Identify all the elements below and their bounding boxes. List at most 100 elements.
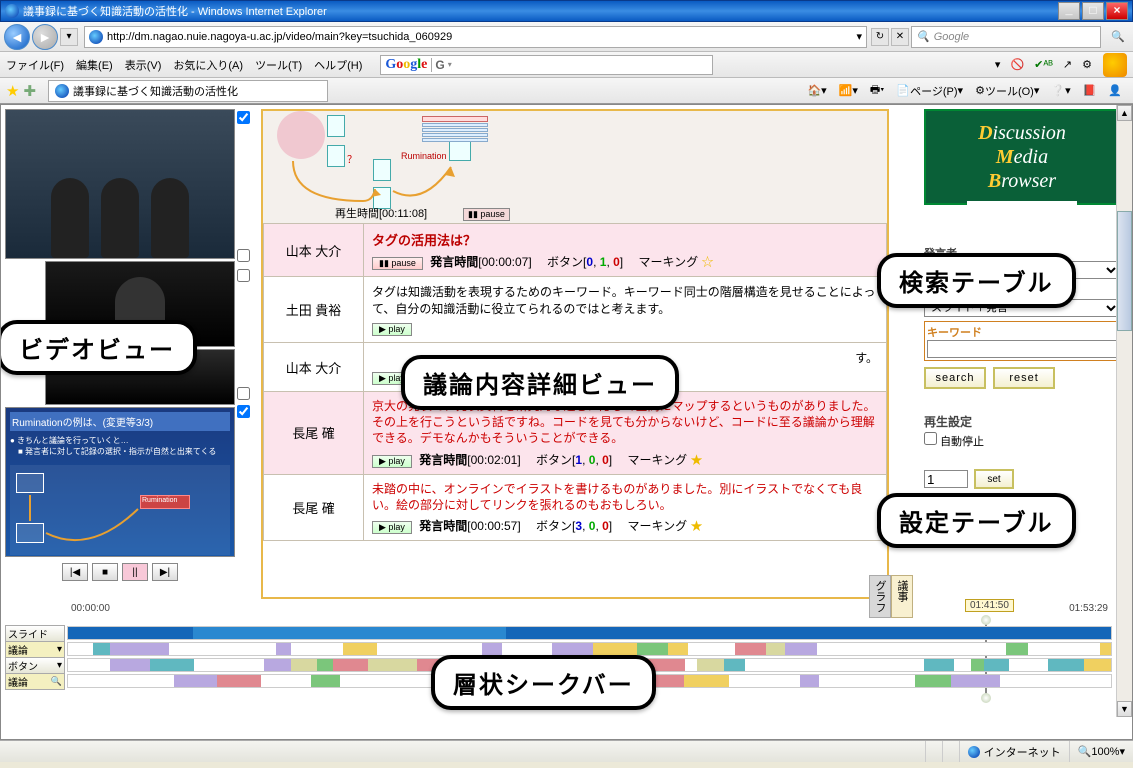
menu-view[interactable]: 表示(V) bbox=[125, 57, 162, 73]
gtool-send[interactable]: ↗ bbox=[1058, 55, 1077, 75]
menu-bar: ファイル(F) 編集(E) 表示(V) お気に入り(A) ツール(T) ヘルプ(… bbox=[0, 52, 1133, 78]
menu-fav[interactable]: お気に入り(A) bbox=[173, 57, 243, 73]
gtool-abc[interactable]: ✔ᴬᴮ bbox=[1029, 55, 1058, 75]
star-icon[interactable]: ★ bbox=[690, 519, 702, 533]
refresh-button[interactable]: ↻ bbox=[871, 28, 889, 46]
favorites-star-icon[interactable]: ★ bbox=[6, 82, 19, 100]
page-button[interactable]: 📄ページ(P)▾ bbox=[891, 81, 968, 101]
video-controls: |◀ ■ || ▶| bbox=[5, 563, 235, 581]
status-bar: インターネット 🔍 100% ▾ bbox=[0, 740, 1133, 762]
search-button[interactable]: search bbox=[924, 367, 986, 389]
navdrop-button[interactable]: ▾ bbox=[60, 28, 78, 46]
row-pause-button[interactable]: ▮▮ pause bbox=[372, 257, 423, 270]
vertical-scrollbar[interactable]: ▲ ▼ bbox=[1116, 105, 1132, 717]
set-value-input[interactable] bbox=[924, 470, 968, 488]
tab-title: 議事録に基づく知識活動の活性化 bbox=[73, 83, 238, 99]
speaker-name: 山本 大介 bbox=[264, 224, 364, 277]
google-search-input[interactable] bbox=[452, 56, 712, 74]
back-button[interactable]: ◄ bbox=[4, 24, 30, 50]
keyword-input[interactable] bbox=[927, 340, 1117, 358]
research-button[interactable]: 📕 bbox=[1078, 81, 1102, 101]
thumb-check-1[interactable] bbox=[237, 111, 250, 124]
globe-icon bbox=[968, 746, 980, 758]
forward-button[interactable]: ► bbox=[32, 24, 58, 50]
ie-icon bbox=[5, 4, 19, 18]
print-button[interactable]: 🖶▾ bbox=[865, 81, 889, 101]
favorites-bar: ★ ✚ 議事録に基づく知識活動の活性化 🏠▾ 📶▾ 🖶▾ 📄ページ(P)▾ ⚙ツ… bbox=[0, 78, 1133, 104]
set-button[interactable]: set bbox=[974, 469, 1014, 489]
messenger-button[interactable]: 👤 bbox=[1103, 81, 1127, 101]
minimize-button[interactable]: _ bbox=[1058, 2, 1080, 20]
utterance-title: タグの活用法は？ bbox=[372, 230, 878, 249]
annotation-setting: 設定テーブル bbox=[877, 493, 1076, 548]
thumb-check-2b[interactable] bbox=[237, 269, 250, 282]
autostop-check[interactable] bbox=[924, 432, 937, 445]
slide-title: Ruminationの例は、(変更等3/3) bbox=[10, 412, 230, 431]
annotation-detail: 議論内容詳細ビュー bbox=[401, 355, 679, 410]
time-end: 01:53:29 bbox=[1069, 603, 1108, 614]
urlbar-drop-icon[interactable]: ▾ bbox=[856, 30, 862, 43]
close-button[interactable]: × bbox=[1106, 2, 1128, 20]
status-zone: インターネット bbox=[959, 741, 1069, 762]
feed-button[interactable]: 📶▾ bbox=[834, 81, 863, 101]
window-titlebar: 議事録に基づく知識活動の活性化 - Windows Internet Explo… bbox=[0, 0, 1133, 22]
row-play-button[interactable]: ▶ play bbox=[372, 323, 412, 336]
home-button[interactable]: 🏠▾ bbox=[802, 81, 831, 101]
annotation-seek: 層状シークバー bbox=[431, 655, 656, 710]
gtool-go[interactable]: ▾ bbox=[990, 55, 1006, 75]
live-search-icon[interactable]: 🔍 bbox=[1107, 26, 1129, 48]
page-icon bbox=[89, 30, 103, 44]
google-toolbar: Google G▾ bbox=[380, 55, 712, 75]
keyword-label: キーワード bbox=[927, 324, 1117, 340]
gtool-opt[interactable]: ⚙ bbox=[1077, 55, 1097, 75]
row-play-button[interactable]: ▶ play bbox=[372, 521, 412, 534]
playback-settings: 再生設定 自動停止 set bbox=[924, 413, 1120, 489]
seek-track-slide[interactable]: スライド bbox=[5, 625, 1112, 641]
detail-diagram: ？ Rumination 再生時間[00:11:08] ▮▮ pause bbox=[263, 111, 887, 223]
menu-tool[interactable]: ツール(T) bbox=[255, 57, 302, 73]
tools-button[interactable]: ⚙ツール(O)▾ bbox=[970, 81, 1044, 101]
star-icon[interactable]: ★ bbox=[690, 453, 702, 467]
scroll-up-icon[interactable]: ▲ bbox=[1117, 105, 1132, 121]
video-thumb-main[interactable] bbox=[5, 109, 235, 259]
row-play-button[interactable]: ▶ play bbox=[372, 455, 412, 468]
scroll-thumb[interactable] bbox=[1117, 211, 1132, 331]
menu-file[interactable]: ファイル(F) bbox=[6, 57, 64, 73]
url-text: http://dm.nagao.nuie.nagoya-u.ac.jp/vide… bbox=[107, 31, 852, 43]
page-content: Ruminationの例は、(変更等3/3) ● きちんと議論を行っていくと… … bbox=[0, 104, 1133, 740]
search-box[interactable]: 🔍Google bbox=[911, 26, 1101, 48]
window-title: 議事録に基づく知識活動の活性化 - Windows Internet Explo… bbox=[23, 3, 327, 19]
time-cursor[interactable]: 01:41:50 bbox=[965, 599, 1014, 612]
thumb-check-3[interactable] bbox=[237, 387, 250, 400]
help-button[interactable]: ❔▾ bbox=[1046, 81, 1075, 101]
annotation-search: 検索テーブル bbox=[877, 253, 1076, 308]
dmb-logo: Discussion Media Browser bbox=[924, 109, 1120, 205]
playset-header: 再生設定 bbox=[924, 413, 1120, 430]
stop-button[interactable]: ✕ bbox=[891, 28, 909, 46]
tab-page-icon bbox=[55, 84, 69, 98]
video-next-button[interactable]: ▶| bbox=[152, 563, 178, 581]
scroll-down-icon[interactable]: ▼ bbox=[1117, 701, 1132, 717]
video-prev-button[interactable]: |◀ bbox=[62, 563, 88, 581]
maximize-button[interactable]: □ bbox=[1082, 2, 1104, 20]
time-start: 00:00:00 bbox=[71, 603, 110, 614]
thumb-check-4[interactable] bbox=[237, 405, 250, 418]
menu-help[interactable]: ヘルプ(H) bbox=[314, 57, 362, 73]
video-stop-button[interactable]: ■ bbox=[92, 563, 118, 581]
gtool-block[interactable]: 🚫 bbox=[1005, 55, 1029, 75]
browser-tab[interactable]: 議事録に基づく知識活動の活性化 bbox=[48, 80, 328, 102]
video-pause-button[interactable]: || bbox=[122, 563, 148, 581]
reset-button[interactable]: reset bbox=[993, 367, 1055, 389]
thumb-check-2[interactable] bbox=[237, 249, 250, 262]
nav-toolbar: ◄ ► ▾ http://dm.nagao.nuie.nagoya-u.ac.j… bbox=[0, 22, 1133, 52]
status-zoom[interactable]: 🔍 100% ▾ bbox=[1069, 741, 1133, 762]
menu-edit[interactable]: 編集(E) bbox=[76, 57, 113, 73]
speaker-name: 山本 大介 bbox=[264, 343, 364, 392]
speaker-name: 土田 貴裕 bbox=[264, 277, 364, 343]
slide-thumb[interactable]: Ruminationの例は、(変更等3/3) ● きちんと議論を行っていくと… … bbox=[5, 407, 235, 557]
add-fav-icon[interactable]: ✚ bbox=[23, 82, 36, 100]
diagram-pause-button[interactable]: ▮▮ pause bbox=[463, 208, 510, 221]
play-time-label: 再生時間[00:11:08] bbox=[335, 205, 427, 221]
address-bar[interactable]: http://dm.nagao.nuie.nagoya-u.ac.jp/vide… bbox=[84, 26, 867, 48]
star-icon[interactable]: ☆ bbox=[701, 255, 713, 269]
